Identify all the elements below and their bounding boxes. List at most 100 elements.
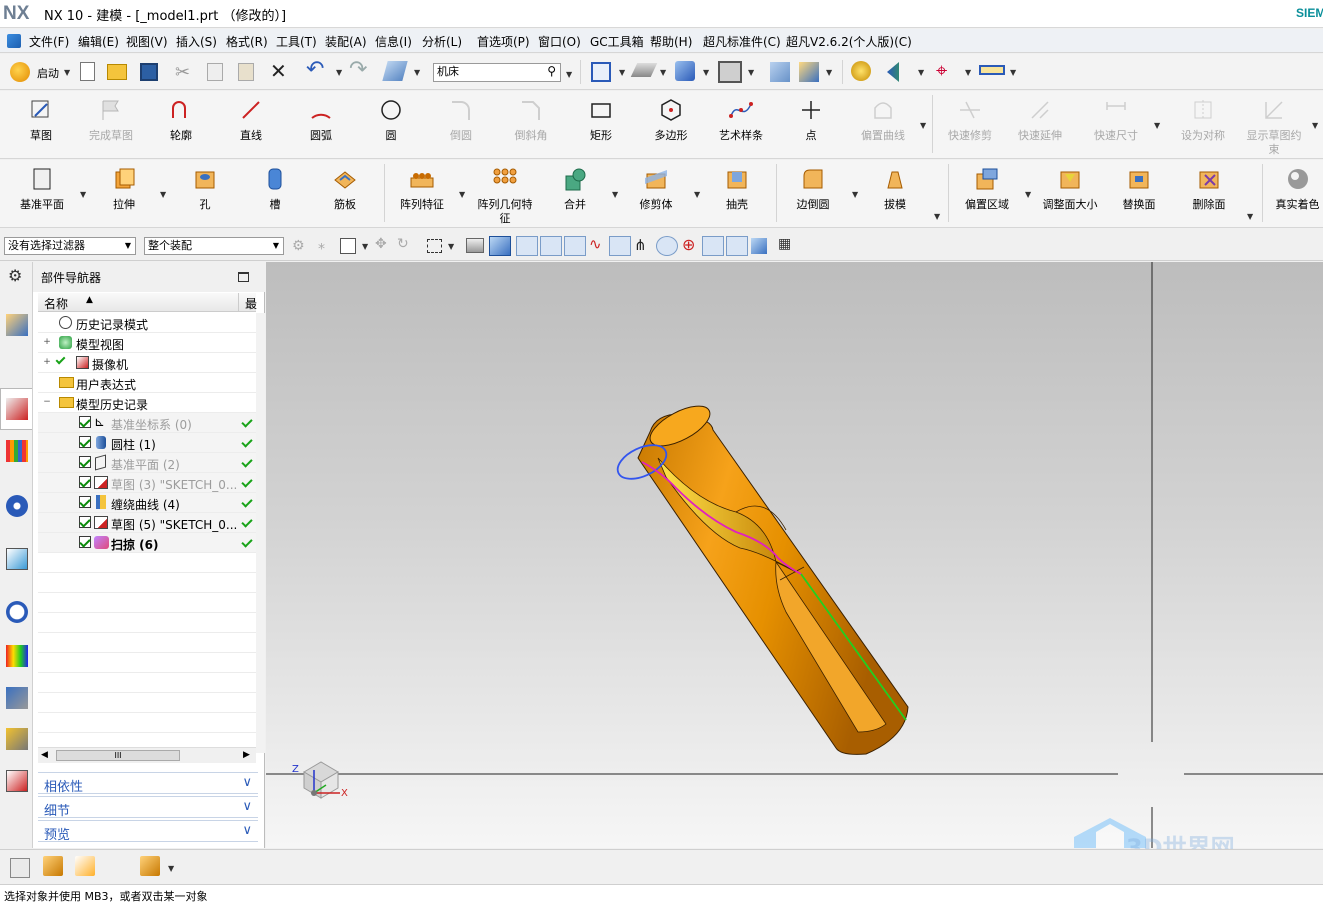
graphics-window[interactable]: Z X 3D世界网: [266, 262, 1323, 862]
snap-endpoint-icon[interactable]: [516, 236, 538, 256]
menu-tools[interactable]: 工具(T): [276, 33, 317, 50]
render-style-icon[interactable]: [675, 61, 695, 81]
tree-row-sweep[interactable]: 扫掠 (6): [38, 533, 256, 553]
menu-preferences[interactable]: 首选项(P): [477, 33, 530, 50]
trim-body-button[interactable]: 修剪体: [633, 166, 679, 212]
background-dropdown-icon[interactable]: ▼: [748, 68, 754, 77]
datum-dropdown-icon[interactable]: ▼: [80, 190, 86, 199]
tree-row-sketch-3[interactable]: 草图 (3) "SKETCH_0...: [38, 473, 256, 493]
scroll-thumb[interactable]: III: [56, 750, 180, 761]
show-constraints-button[interactable]: 显示草图约束: [1242, 97, 1306, 157]
profile-button[interactable]: 轮廓: [158, 97, 204, 143]
roles-icon[interactable]: [6, 728, 28, 750]
column-latest-header[interactable]: 最: [245, 295, 257, 312]
fit-view-icon[interactable]: [591, 62, 611, 82]
background-icon[interactable]: [718, 61, 742, 83]
play-icon[interactable]: [887, 62, 899, 82]
resize-face-button[interactable]: 调整面大小: [1038, 166, 1102, 212]
polygon-button[interactable]: 多边形: [648, 97, 694, 143]
dimension-dropdown-icon[interactable]: ▼: [1154, 121, 1160, 130]
component-select-icon[interactable]: [466, 238, 484, 253]
rect-dropdown-icon[interactable]: ▼: [448, 242, 454, 251]
select-dropdown-icon[interactable]: ▼: [362, 242, 368, 251]
rectangle-button[interactable]: 矩形: [578, 97, 624, 143]
component-array-icon[interactable]: [140, 856, 160, 876]
delete-face-button[interactable]: 删除面: [1186, 166, 1232, 212]
show-hide-icon[interactable]: [770, 62, 790, 82]
delete-icon[interactable]: ✕: [270, 59, 287, 83]
arc-button[interactable]: 圆弧: [298, 97, 344, 143]
unite-button[interactable]: 合并: [552, 166, 598, 212]
pattern-dropdown-icon[interactable]: ▼: [459, 190, 465, 199]
reuse-library-icon[interactable]: [6, 440, 28, 462]
snap-control-icon[interactable]: [564, 236, 586, 256]
snap-curve-icon[interactable]: ∿: [589, 235, 602, 253]
undo-icon[interactable]: ↶: [306, 57, 324, 82]
finish-sketch-button[interactable]: 完成草图: [85, 97, 137, 143]
ribbon1-more-icon[interactable]: ▼: [1312, 121, 1318, 130]
tree-row-model-views[interactable]: + 模型视图: [38, 333, 256, 353]
add-component-icon[interactable]: [43, 856, 63, 876]
feature-more-icon[interactable]: ▼: [934, 212, 940, 221]
constraint-navigator-icon[interactable]: [6, 355, 28, 377]
finder-dropdown-icon[interactable]: ▼: [414, 68, 420, 77]
body-select-icon[interactable]: [489, 236, 511, 256]
trim-dropdown-icon[interactable]: ▼: [694, 190, 700, 199]
pattern-feature-button[interactable]: 阵列特征: [393, 166, 451, 212]
command-search-input[interactable]: 机床 ⚲: [433, 63, 561, 82]
open-folder-icon[interactable]: [107, 64, 127, 80]
section-preview[interactable]: 预览 ∨: [38, 820, 258, 843]
start-icon[interactable]: [10, 62, 30, 82]
visibility-checkbox[interactable]: [79, 456, 91, 468]
hole-button[interactable]: 孔: [182, 166, 228, 212]
tree-row-cameras[interactable]: + 摄像机: [38, 353, 256, 373]
start-label[interactable]: 启动: [37, 65, 59, 81]
wcs-icon[interactable]: ⌖: [936, 58, 947, 82]
measure-dropdown-icon[interactable]: ▼: [1010, 68, 1016, 77]
menu-file[interactable]: 文件(F): [29, 33, 69, 50]
bottom-dropdown-icon[interactable]: ▼: [168, 864, 174, 873]
hd3d-tools-icon[interactable]: [6, 495, 28, 517]
tree-row-model-history[interactable]: − 模型历史记录: [38, 393, 256, 413]
snap-midpoint-icon[interactable]: [540, 236, 562, 256]
app-menu-icon[interactable]: [7, 34, 21, 48]
cut-icon[interactable]: ✂: [175, 62, 190, 83]
assembly-navigator-icon[interactable]: [6, 314, 28, 336]
save-icon[interactable]: [140, 63, 158, 81]
sketch-button[interactable]: 草图: [18, 97, 64, 143]
menu-gc-toolbox[interactable]: GC工具箱: [590, 33, 644, 50]
line-button[interactable]: 直线: [228, 97, 274, 143]
extrude-button[interactable]: 拉伸: [101, 166, 147, 212]
draft-button[interactable]: 拔模: [872, 166, 918, 212]
web-browser-icon[interactable]: [6, 548, 28, 570]
shell-button[interactable]: 抽壳: [714, 166, 760, 212]
snap-on-curve-icon[interactable]: [726, 236, 748, 256]
circle-button[interactable]: 圆: [368, 97, 414, 143]
rib-button[interactable]: 筋板: [322, 166, 368, 212]
make-symmetric-button[interactable]: 设为对称: [1175, 97, 1231, 143]
part-navigator-icon[interactable]: [6, 398, 28, 420]
menu-standard-parts[interactable]: 超凡标准件(C): [703, 33, 781, 50]
collapse-icon[interactable]: −: [43, 398, 51, 407]
gear-icon[interactable]: ⚙: [8, 266, 22, 285]
scroll-left-icon[interactable]: ◀: [41, 750, 48, 760]
menu-assembly[interactable]: 装配(A): [325, 33, 367, 50]
fillet-button[interactable]: 倒圆: [438, 97, 484, 143]
fit-dropdown-icon[interactable]: ▼: [619, 68, 625, 77]
system-scenes-icon[interactable]: [6, 770, 28, 792]
tree-row-sketch-5[interactable]: 草图 (5) "SKETCH_0...: [38, 513, 256, 533]
measure-icon[interactable]: [979, 65, 1005, 75]
select-box-icon[interactable]: [340, 238, 356, 254]
menu-help[interactable]: 帮助(H): [650, 33, 692, 50]
layer-dropdown-icon[interactable]: ▼: [826, 68, 832, 77]
snap-quadrant-icon[interactable]: ⊕: [682, 235, 695, 254]
section-dependencies[interactable]: 相依性 ∨: [38, 772, 258, 795]
true-shading-button[interactable]: 真实着色: [1272, 166, 1323, 212]
history-icon[interactable]: [6, 601, 28, 623]
snap-center-icon[interactable]: [656, 236, 678, 256]
unite-dropdown-icon[interactable]: ▼: [612, 190, 618, 199]
menu-chaofan[interactable]: 超凡V2.6.2(个人版)(C): [786, 33, 912, 50]
layer-icon[interactable]: [799, 62, 819, 82]
grid-icon[interactable]: ▦: [778, 236, 791, 252]
visibility-checkbox[interactable]: [79, 496, 91, 508]
